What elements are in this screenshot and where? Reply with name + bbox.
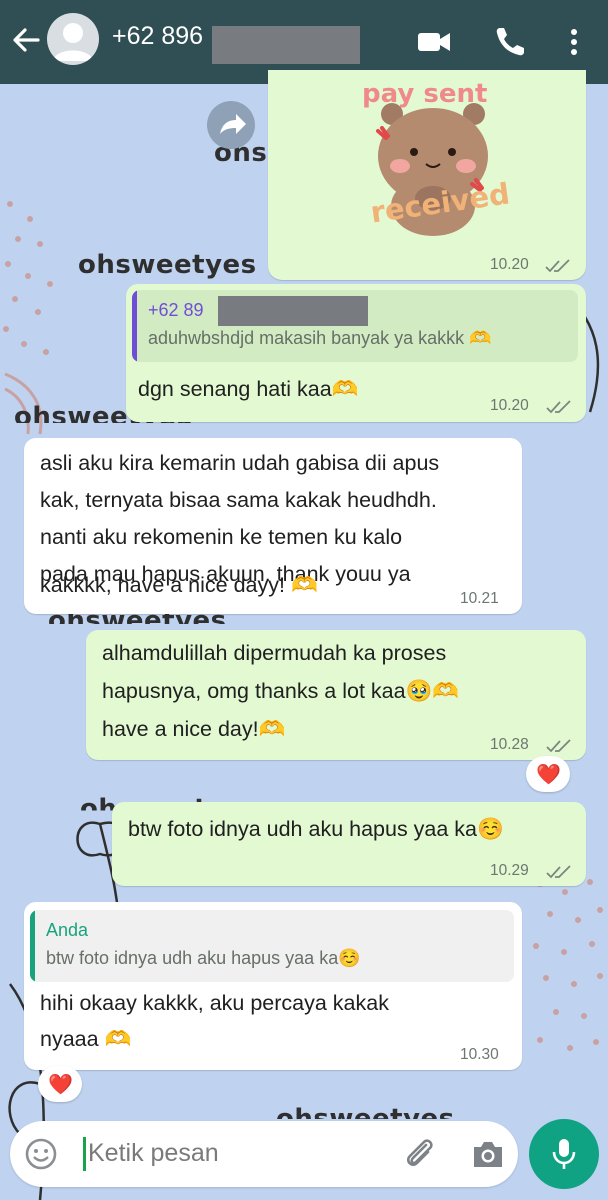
message-line: hapusnya, omg thanks a lot kaa🥹🫶: [102, 679, 460, 703]
mic-button[interactable]: [529, 1119, 599, 1189]
quote-author: +62 89: [148, 300, 204, 320]
message-text: btw foto idnya udh aku hapus yaa ka☺️: [128, 817, 504, 841]
redacted-number: [218, 296, 368, 326]
incoming-message[interactable]: Anda btw foto idnya udh aku hapus yaa ka…: [24, 902, 522, 1070]
wallpaper-dots-right: [533, 879, 603, 1051]
camera-icon[interactable]: [470, 1137, 506, 1171]
attach-icon[interactable]: [402, 1135, 438, 1173]
double-check-icon: [546, 400, 571, 414]
text-cursor: [83, 1137, 86, 1171]
quoted-message[interactable]: Anda btw foto idnya udh aku hapus yaa ka…: [30, 910, 514, 982]
heart-icon: ❤️: [48, 1072, 73, 1096]
double-check-icon: [546, 865, 571, 879]
message-composer[interactable]: Ketik pesan: [10, 1121, 518, 1187]
message-text: dgn senang hati kaa🫶: [138, 377, 359, 401]
mic-icon: [552, 1139, 576, 1169]
more-vert-icon[interactable]: [556, 24, 592, 60]
message-time: 10.21: [460, 590, 499, 607]
message-time: 10.29: [490, 862, 529, 879]
message-line: kakkkk, have a nice dayy! 🫶: [40, 573, 318, 597]
default-avatar-icon: [53, 23, 93, 61]
message-line: nyaaa 🫶: [40, 1027, 132, 1051]
back-arrow-icon[interactable]: [10, 22, 42, 58]
message-time: 10.28: [490, 736, 529, 753]
outgoing-message[interactable]: alhamdulillah dipermudah ka proses hapus…: [86, 630, 586, 760]
message-time: 10.30: [460, 1046, 499, 1063]
message-line: asli aku kira kemarin udah gabisa dii ap…: [40, 451, 440, 475]
message-time: 10.20: [490, 256, 529, 273]
video-call-icon[interactable]: [416, 24, 452, 60]
message-line: nanti aku rekomenin ke temen ku kalo: [40, 525, 403, 549]
emoji-icon[interactable]: [24, 1137, 58, 1171]
double-check-icon: [546, 739, 571, 753]
reaction-badge[interactable]: ❤️: [526, 756, 570, 792]
quote-bar: [132, 290, 137, 362]
outgoing-message[interactable]: +62 89 aduhwbshdjd makasih banyak ya kak…: [126, 284, 586, 422]
heart-icon: ❤️: [536, 762, 561, 786]
message-line: hihi okaay kakkk, aku percaya kakak: [40, 991, 389, 1015]
reaction-badge[interactable]: ❤️: [38, 1066, 82, 1102]
message-time: 10.20: [490, 397, 529, 414]
avatar[interactable]: [47, 13, 99, 65]
contact-name[interactable]: +62 896: [112, 22, 203, 51]
sticker-message[interactable]: pay sent received 10.20: [268, 70, 586, 280]
message-input[interactable]: Ketik pesan: [88, 1139, 219, 1168]
message-line: kak, ternyata bisaa sama kakak heudhdh.: [40, 488, 437, 512]
forward-icon[interactable]: [206, 100, 256, 150]
redacted-number: [212, 26, 360, 64]
watermark: ohsweetyes: [78, 250, 257, 280]
quote-text: aduhwbshdjd makasih banyak ya kakkk 🫶: [148, 328, 492, 348]
message-line: alhamdulillah dipermudah ka proses: [102, 641, 447, 665]
outgoing-message[interactable]: btw foto idnya udh aku hapus yaa ka☺️ 10…: [112, 802, 586, 886]
quote-bar: [30, 910, 35, 982]
quote-text: btw foto idnya udh aku hapus yaa ka☺️: [46, 948, 361, 968]
message-line: have a nice day!🫶: [102, 717, 286, 741]
double-check-icon: [545, 259, 570, 273]
phone-icon[interactable]: [492, 24, 528, 60]
quote-author: Anda: [46, 920, 89, 940]
